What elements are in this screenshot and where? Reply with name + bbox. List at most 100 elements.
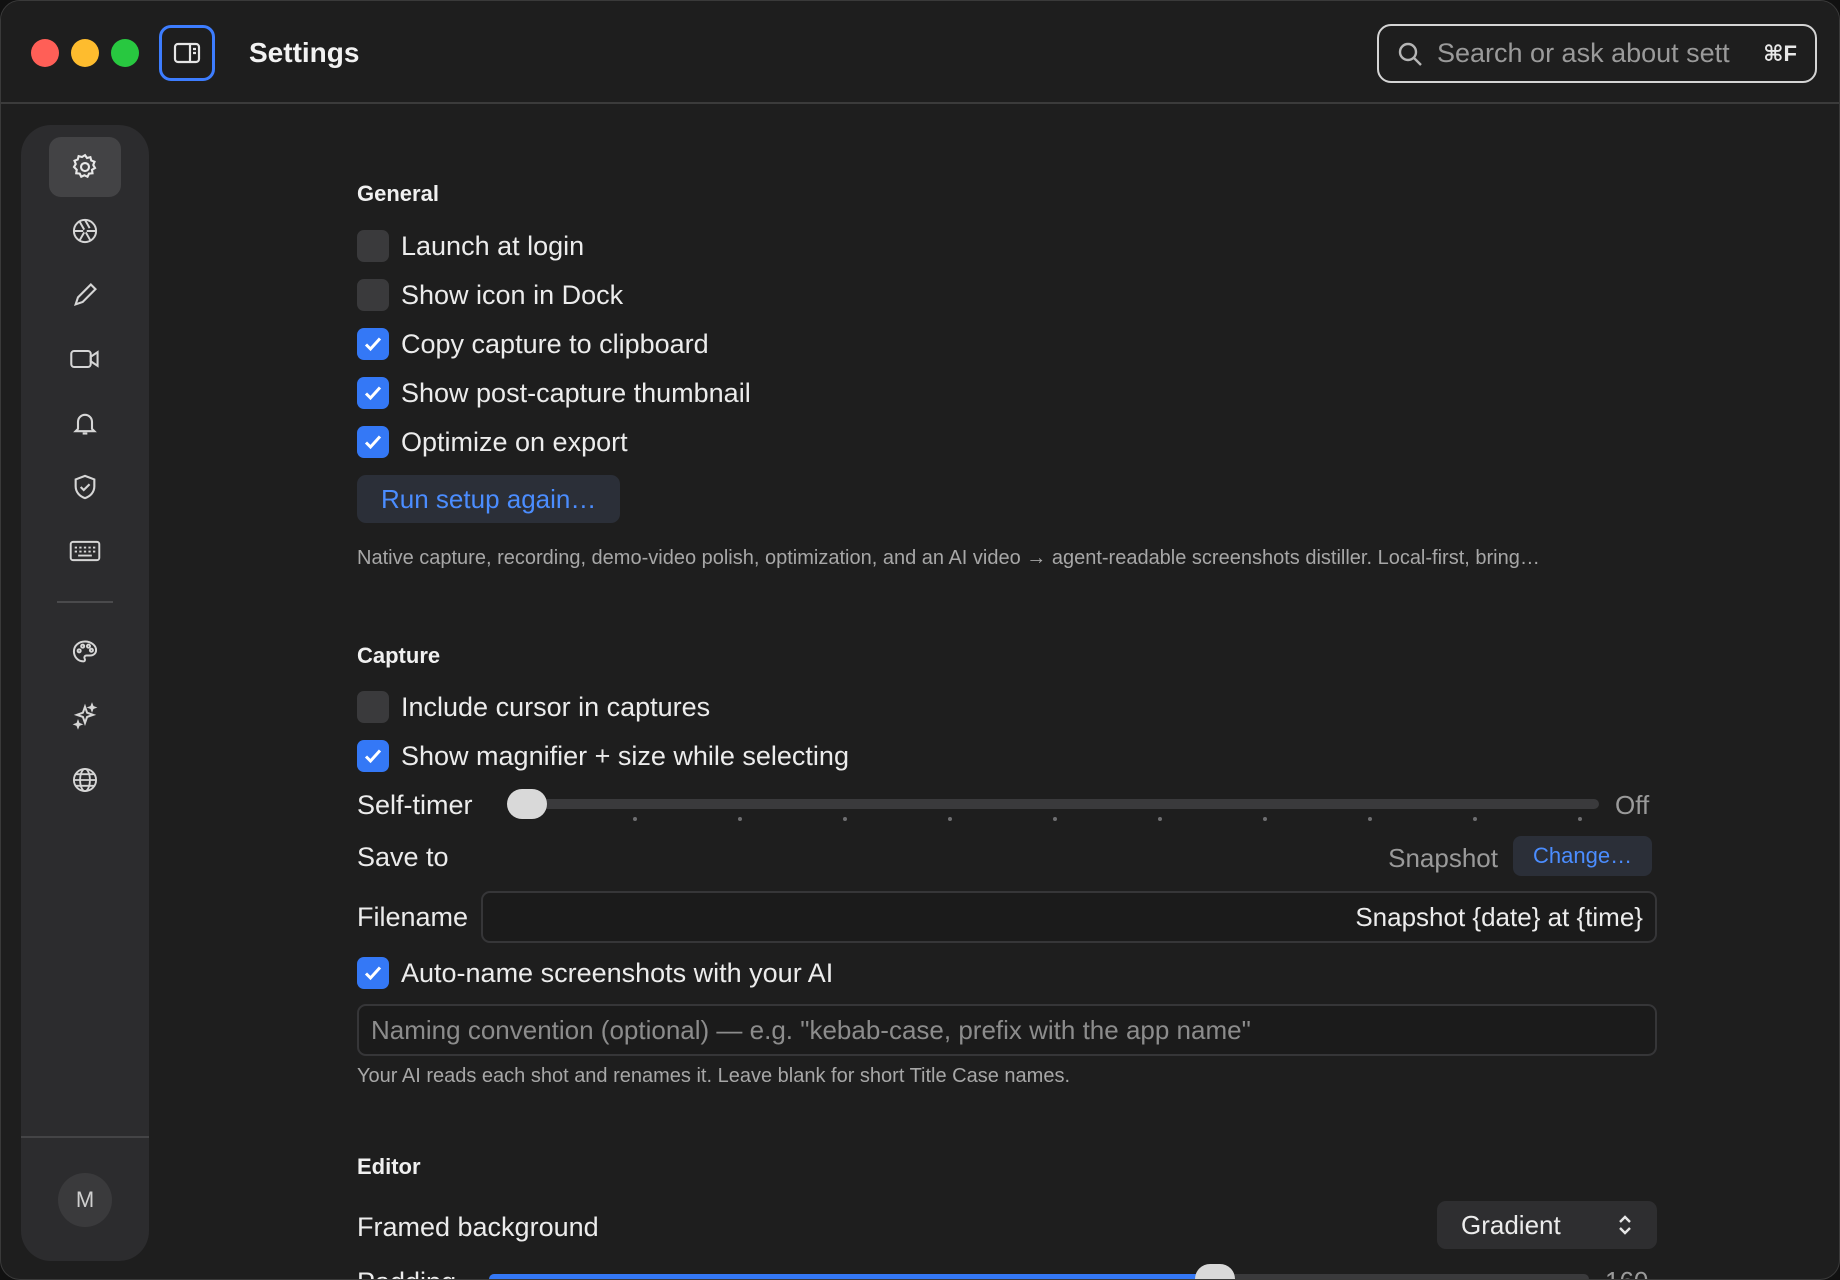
self-timer-slider-thumb[interactable] xyxy=(507,789,547,819)
auto-name-option[interactable]: Auto-name screenshots with your AI xyxy=(357,956,833,990)
post-capture-thumbnail-option[interactable]: Show post-capture thumbnail xyxy=(357,376,751,410)
sidebar-item-ai[interactable] xyxy=(49,686,121,746)
sidebar: M xyxy=(21,125,149,1261)
slider-tick xyxy=(633,817,637,821)
launch-at-login-option[interactable]: Launch at login xyxy=(357,229,584,263)
copy-to-clipboard-checkbox[interactable] xyxy=(357,328,389,360)
slider-tick xyxy=(1263,817,1267,821)
show-magnifier-checkbox[interactable] xyxy=(357,740,389,772)
post-capture-thumbnail-label: Show post-capture thumbnail xyxy=(401,377,751,408)
palette-icon xyxy=(72,640,98,663)
copy-to-clipboard-label: Copy capture to clipboard xyxy=(401,328,709,359)
bell-icon xyxy=(73,413,97,435)
auto-name-checkbox[interactable] xyxy=(357,957,389,989)
account-avatar[interactable]: M xyxy=(58,1173,112,1227)
include-cursor-option[interactable]: Include cursor in captures xyxy=(357,690,710,724)
show-icon-in-dock-label: Show icon in Dock xyxy=(401,279,624,310)
sidebar-item-shortcuts[interactable] xyxy=(49,521,121,581)
app-description: Native capture, recording, demo-video po… xyxy=(357,547,1540,569)
checkmark-icon xyxy=(364,435,382,450)
filename-label: Filename xyxy=(357,902,469,932)
pencil-icon xyxy=(74,283,97,306)
slider-tick xyxy=(948,817,952,821)
framed-background-value: Gradient xyxy=(1461,1209,1561,1240)
sidebar-item-language[interactable] xyxy=(49,750,121,810)
window-title: Settings xyxy=(249,37,360,68)
auto-name-help-text: Your AI reads each shot and renames it. … xyxy=(357,1065,1070,1087)
slider-tick xyxy=(1473,817,1477,821)
post-capture-thumbnail-checkbox[interactable] xyxy=(357,377,389,409)
search-shortcut: ⌘F xyxy=(1763,40,1797,66)
search-field[interactable]: ⌘F xyxy=(1377,24,1817,83)
chevron-up-down-icon xyxy=(1619,1215,1631,1235)
checkmark-icon xyxy=(364,966,382,981)
show-magnifier-label: Show magnifier + size while selecting xyxy=(401,740,849,771)
close-window-button[interactable] xyxy=(31,39,59,67)
sidebar-item-notifications[interactable] xyxy=(49,393,121,453)
section-title-editor: Editor xyxy=(357,1154,421,1179)
section-title-general: General xyxy=(357,181,439,206)
settings-window: Settings ⌘F xyxy=(0,0,1840,1280)
framed-background-label: Framed background xyxy=(357,1212,599,1242)
shield-check-icon xyxy=(74,474,96,500)
auto-name-label: Auto-name screenshots with your AI xyxy=(401,957,834,988)
checkmark-icon xyxy=(364,337,382,352)
padding-slider-fill xyxy=(489,1274,1215,1279)
self-timer-value: Off xyxy=(1615,790,1650,820)
copy-to-clipboard-option[interactable]: Copy capture to clipboard xyxy=(357,327,709,361)
sidebar-toggle-button[interactable] xyxy=(159,25,215,81)
keyboard-icon xyxy=(69,540,101,562)
include-cursor-label: Include cursor in captures xyxy=(401,691,711,722)
search-icon xyxy=(1398,42,1422,66)
minimize-window-button[interactable] xyxy=(71,39,99,67)
aperture-icon xyxy=(72,218,98,244)
globe-icon xyxy=(72,767,98,793)
save-to-label: Save to xyxy=(357,842,449,872)
framed-background-select[interactable]: Gradient xyxy=(1437,1201,1657,1249)
sidebar-item-privacy[interactable] xyxy=(49,457,121,517)
include-cursor-checkbox[interactable] xyxy=(357,691,389,723)
run-setup-again-button[interactable]: Run setup again… xyxy=(357,475,621,523)
launch-at-login-checkbox[interactable] xyxy=(357,230,389,262)
section-title-capture: Capture xyxy=(357,643,441,668)
naming-convention-input[interactable] xyxy=(357,1004,1657,1056)
change-save-location-button[interactable]: Change… xyxy=(1513,836,1653,876)
sidebar-item-appearance[interactable] xyxy=(49,622,121,682)
optimize-on-export-option[interactable]: Optimize on export xyxy=(357,425,628,459)
filename-input[interactable] xyxy=(481,891,1657,943)
settings-content: General Launch at login Show icon in Doc… xyxy=(357,105,1657,1279)
sidebar-footer-divider xyxy=(21,1136,149,1138)
sidebar-divider xyxy=(57,601,113,603)
zoom-window-button[interactable] xyxy=(111,39,139,67)
save-to-path: Snapshot xyxy=(1388,843,1498,873)
checkmark-icon xyxy=(364,749,382,764)
show-icon-in-dock-checkbox[interactable] xyxy=(357,279,389,311)
title-bar: Settings ⌘F xyxy=(1,1,1839,104)
padding-value: 160 xyxy=(1605,1266,1648,1279)
self-timer-slider[interactable] xyxy=(507,789,1599,819)
sparkles-icon xyxy=(72,702,98,730)
padding-label: Padding xyxy=(357,1267,456,1279)
show-icon-in-dock-option[interactable]: Show icon in Dock xyxy=(357,278,623,312)
launch-at-login-label: Launch at login xyxy=(401,230,585,261)
sidebar-item-general[interactable] xyxy=(49,137,121,197)
optimize-on-export-label: Optimize on export xyxy=(401,426,628,457)
sidebar-item-capture[interactable] xyxy=(49,201,121,261)
slider-tick xyxy=(738,817,742,821)
optimize-on-export-checkbox[interactable] xyxy=(357,426,389,458)
video-camera-icon xyxy=(70,349,99,369)
checkmark-icon xyxy=(364,386,382,401)
slider-tick xyxy=(1053,817,1057,821)
slider-tick xyxy=(1578,817,1582,821)
search-input[interactable] xyxy=(1437,38,1750,69)
gear-icon xyxy=(72,153,97,179)
slider-tick xyxy=(1368,817,1372,821)
slider-tick xyxy=(843,817,847,821)
sidebar-item-annotate[interactable] xyxy=(49,265,121,325)
padding-slider[interactable] xyxy=(489,1264,1589,1279)
slider-tick xyxy=(1158,817,1162,821)
sidebar-item-recording[interactable] xyxy=(49,329,121,389)
self-timer-label: Self-timer xyxy=(357,790,473,820)
padding-slider-thumb[interactable] xyxy=(1195,1264,1235,1279)
show-magnifier-option[interactable]: Show magnifier + size while selecting xyxy=(357,739,849,773)
